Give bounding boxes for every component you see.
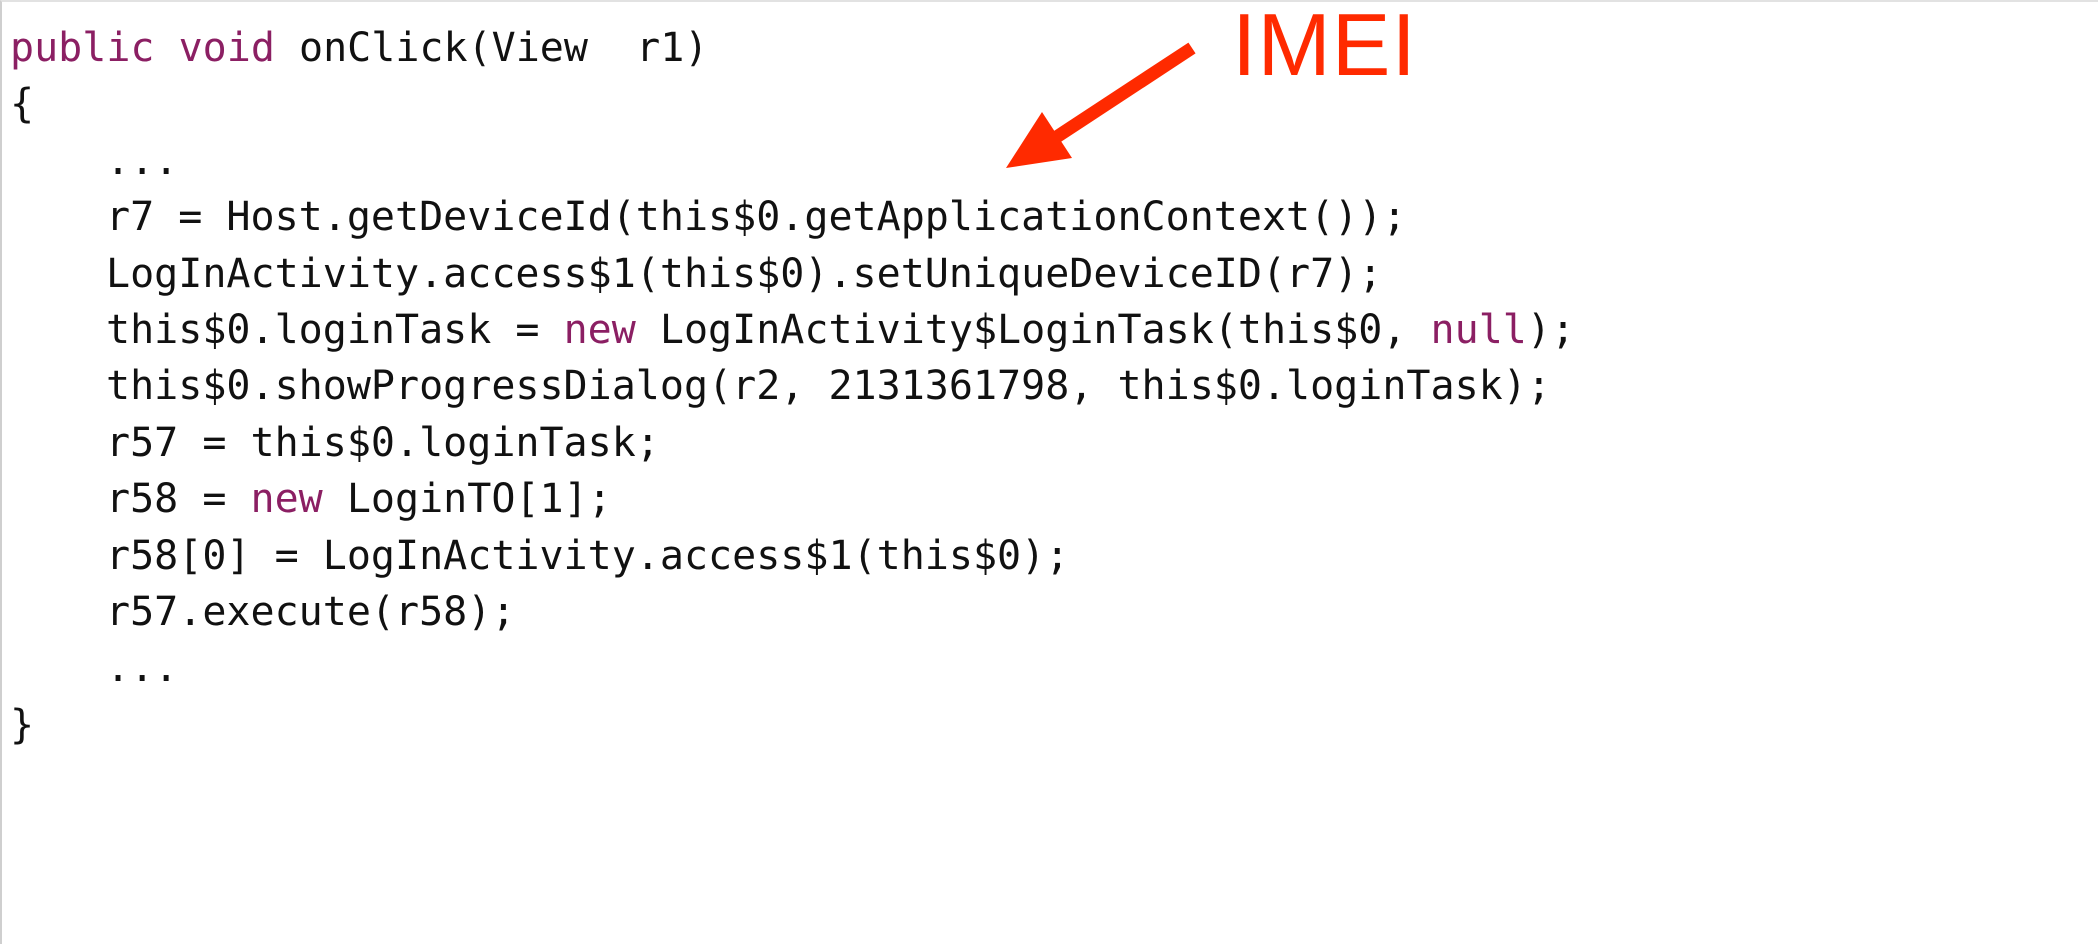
code-line: LogInActivity.access$1(this$0).setUnique… — [10, 246, 1575, 302]
code-line: r57 = this$0.loginTask; — [10, 415, 1575, 471]
code-line: r58 = new LoginTO[1]; — [10, 471, 1575, 527]
code-text: onClick(View r1) — [298, 25, 709, 71]
code-text: ... — [106, 137, 179, 184]
code-text: LogInActivity.access$1(this$0).setUnique… — [106, 250, 1383, 297]
code-text: this$0.showProgressDialog(r2, 2131361798… — [106, 363, 1551, 410]
code-text: { — [10, 81, 35, 128]
code-line: r7 = Host.getDeviceId(this$0.getApplicat… — [10, 189, 1575, 245]
code-text: r58[0] = LogInActivity.access$1(this$0); — [106, 532, 1070, 579]
code-text: r58 = — [106, 476, 251, 523]
code-keyword: new — [563, 306, 636, 353]
code-line: r58[0] = LogInActivity.access$1(this$0); — [10, 528, 1575, 584]
code-line: { — [10, 76, 1575, 132]
code-panel: public void onClick(View r1) {... r7 = Hos… — [0, 0, 2098, 944]
code-keyword: public void — [10, 25, 299, 71]
code-text: r57 = this$0.loginTask; — [106, 419, 660, 466]
code-line: this$0.loginTask = new LogInActivity$Log… — [10, 302, 1575, 358]
code-text: r7 = Host.getDeviceId(this$0.getApplicat… — [106, 194, 1407, 241]
code-line: ... — [10, 640, 1575, 696]
code-line: } — [10, 697, 1575, 753]
code-line: ... — [10, 133, 1575, 189]
code-text: LoginTO[1]; — [322, 476, 612, 523]
code-keyword: new — [250, 476, 323, 523]
code-listing: public void onClick(View r1) {... r7 = Hos… — [10, 20, 1575, 753]
code-text: r57.execute(r58); — [106, 588, 516, 635]
code-text: } — [10, 701, 35, 748]
code-line: r57.execute(r58); — [10, 584, 1575, 640]
code-text: ... — [106, 645, 179, 692]
code-keyword: null — [1430, 306, 1527, 353]
code-line: this$0.showProgressDialog(r2, 2131361798… — [10, 358, 1575, 414]
code-text: ); — [1526, 306, 1576, 353]
code-text: this$0.loginTask = — [106, 306, 564, 353]
code-line: public void onClick(View r1) — [10, 20, 1575, 76]
code-text: LogInActivity$LoginTask(this$0, — [635, 306, 1431, 353]
